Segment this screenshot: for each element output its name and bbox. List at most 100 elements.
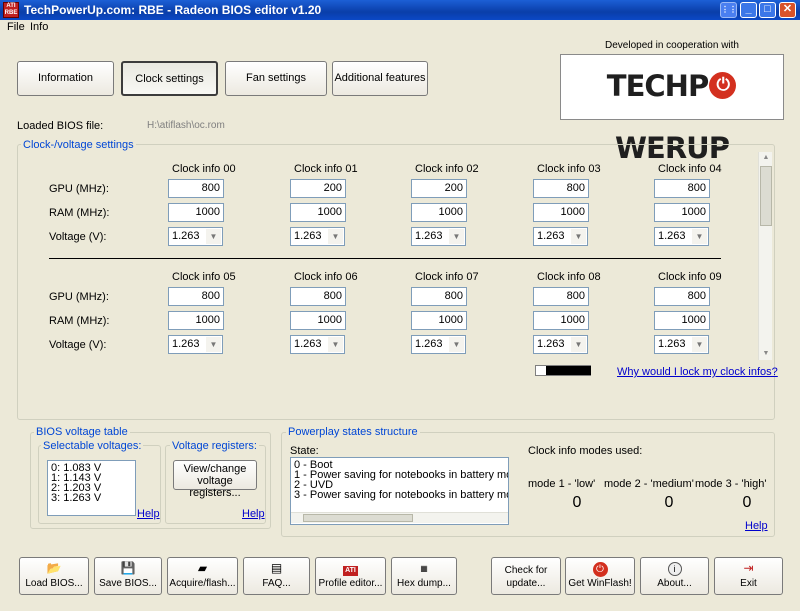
voltage-select[interactable]: 1.263 ▼ — [168, 227, 223, 246]
voltage-select[interactable]: 1.263 ▼ — [411, 227, 466, 246]
menu-info[interactable]: Info — [30, 21, 48, 33]
ram-clock-input[interactable]: 1000 — [411, 203, 467, 222]
tab-clock-settings[interactable]: Clock settings — [121, 61, 218, 96]
faq-icon: ▤ — [270, 561, 283, 575]
scroll-up-arrow-icon[interactable]: ▲ — [759, 152, 773, 164]
gpu-clock-input[interactable]: 800 — [290, 287, 346, 306]
ati-icon: ATI — [343, 566, 358, 576]
clock-info-header: Clock info 09 — [658, 271, 722, 283]
options-button[interactable]: ⋮⋮ — [720, 2, 737, 18]
gpu-clock-input[interactable]: 800 — [533, 179, 589, 198]
window-title: TechPowerUp.com: RBE - Radeon BIOS edito… — [24, 3, 322, 17]
about-button[interactable]: i About... — [640, 557, 709, 595]
gpu-clock-input[interactable]: 800 — [168, 179, 224, 198]
chevron-down-icon[interactable]: ▼ — [571, 229, 586, 244]
acquire-flash-button[interactable]: ▰ Acquire/flash... — [167, 557, 238, 595]
close-button[interactable]: ✕ — [779, 2, 796, 18]
voltage-select-value: 1.263 — [415, 338, 443, 350]
ram-clock-input[interactable]: 1000 — [533, 203, 589, 222]
state-list-horizontal-scrollbar[interactable] — [291, 512, 508, 523]
why-lock-link[interactable]: Why would I lock my clock infos? — [617, 366, 778, 378]
ram-clock-input[interactable]: 1000 — [654, 203, 710, 222]
list-item[interactable]: 3 - Power saving for notebooks in batter… — [294, 490, 508, 501]
clock-info-header: Clock info 04 — [658, 163, 722, 175]
voltage-select[interactable]: 1.263 ▼ — [533, 335, 588, 354]
chevron-down-icon[interactable]: ▼ — [449, 229, 464, 244]
scroll-thumb[interactable] — [303, 514, 413, 522]
powerplay-help-link[interactable]: Help — [745, 520, 768, 532]
chevron-down-icon[interactable]: ▼ — [571, 337, 586, 352]
chevron-down-icon[interactable]: ▼ — [206, 229, 221, 244]
faq-button[interactable]: ▤ FAQ... — [243, 557, 310, 595]
gpu-clock-input[interactable]: 200 — [411, 179, 467, 198]
save-icon: 💾 — [120, 561, 136, 575]
chevron-down-icon[interactable]: ▼ — [692, 229, 707, 244]
gpu-clock-input[interactable]: 800 — [654, 287, 710, 306]
ram-clock-input[interactable]: 1000 — [533, 311, 589, 330]
gpu-clock-input[interactable]: 200 — [290, 179, 346, 198]
clock-info-header: Clock info 00 — [172, 163, 236, 175]
ram-clock-input[interactable]: 1000 — [290, 311, 346, 330]
voltage-select[interactable]: 1.263 ▼ — [411, 335, 466, 354]
voltage-select[interactable]: 1.263 ▼ — [290, 227, 345, 246]
gpu-row-label: GPU (MHz): — [49, 183, 109, 195]
selectable-voltages-title: Selectable voltages: — [41, 440, 144, 452]
voltage-select-value: 1.263 — [537, 230, 565, 242]
power-icon: ⏻ — [566, 560, 634, 577]
voltage-select[interactable]: 1.263 ▼ — [168, 335, 223, 354]
ram-clock-input[interactable]: 1000 — [411, 311, 467, 330]
techpowerup-logo[interactable]: TECHP ⏻WERUP — [560, 54, 784, 165]
chevron-down-icon[interactable]: ▼ — [206, 337, 221, 352]
mode-2-label: mode 2 - 'medium' — [604, 478, 694, 490]
chevron-down-icon[interactable]: ▼ — [328, 229, 343, 244]
maximize-button[interactable]: □ — [759, 2, 776, 18]
gpu-clock-input[interactable]: 800 — [533, 287, 589, 306]
logo-text-left: TECHP — [606, 69, 709, 103]
exit-button[interactable]: ⇥ Exit — [714, 557, 783, 595]
techpowerup-logo-panel: Developed in cooperation with TECHP ⏻WERU… — [558, 38, 786, 165]
ram-clock-input[interactable]: 1000 — [168, 311, 224, 330]
profile-editor-button[interactable]: ATI Profile editor... — [315, 557, 386, 595]
menu-file[interactable]: File — [7, 21, 25, 33]
check-update-button[interactable]: Check for update... — [491, 557, 561, 595]
app-icon: ATI RBE — [3, 2, 19, 18]
voltage-select-value: 1.263 — [172, 338, 200, 350]
chevron-down-icon[interactable]: ▼ — [328, 337, 343, 352]
gpu-clock-input[interactable]: 800 — [411, 287, 467, 306]
load-bios-button[interactable]: 📂 Load BIOS... — [19, 557, 89, 595]
minimize-button[interactable]: _ — [740, 2, 757, 18]
voltage-select-value: 1.263 — [537, 338, 565, 350]
gpu-clock-input[interactable]: 800 — [168, 287, 224, 306]
voltage-row-label: Voltage (V): — [49, 339, 107, 351]
voltage-help-link[interactable]: Help — [137, 508, 160, 520]
chevron-down-icon[interactable]: ▼ — [449, 337, 464, 352]
clock-vertical-scrollbar[interactable]: ▲ ▼ — [758, 152, 772, 360]
save-bios-button[interactable]: 💾 Save BIOS... — [94, 557, 162, 595]
lock-clock-toggle[interactable] — [535, 365, 591, 376]
voltage-select[interactable]: 1.263 ▼ — [533, 227, 588, 246]
mode-3-label: mode 3 - 'high' — [695, 478, 767, 490]
voltage-list[interactable]: 0: 1.083 V 1: 1.143 V 2: 1.203 V 3: 1.26… — [47, 460, 136, 516]
exit-icon: ⇥ — [743, 561, 754, 575]
list-item[interactable]: 3: 1.263 V — [51, 493, 132, 504]
voltage-select[interactable]: 1.263 ▼ — [654, 335, 709, 354]
tab-information[interactable]: Information — [17, 61, 114, 96]
voltage-select[interactable]: 1.263 ▼ — [290, 335, 345, 354]
hex-dump-button[interactable]: ▦ Hex dump... — [391, 557, 457, 595]
scroll-thumb[interactable] — [760, 166, 772, 226]
registers-help-link[interactable]: Help — [242, 508, 265, 520]
view-voltage-registers-button[interactable]: View/change voltage registers... — [173, 460, 257, 499]
get-winflash-button[interactable]: ⏻ Get WinFlash! — [565, 557, 635, 595]
gpu-clock-input[interactable]: 800 — [654, 179, 710, 198]
chevron-down-icon[interactable]: ▼ — [692, 337, 707, 352]
mode-1-value: 0 — [572, 494, 582, 511]
tab-additional-features[interactable]: Additional features — [332, 61, 428, 96]
ram-clock-input[interactable]: 1000 — [654, 311, 710, 330]
ram-clock-input[interactable]: 1000 — [168, 203, 224, 222]
clock-info-header: Clock info 08 — [537, 271, 601, 283]
voltage-select[interactable]: 1.263 ▼ — [654, 227, 709, 246]
scroll-down-arrow-icon[interactable]: ▼ — [759, 348, 773, 360]
ram-row-label: RAM (MHz): — [49, 315, 110, 327]
ram-clock-input[interactable]: 1000 — [290, 203, 346, 222]
tab-fan-settings[interactable]: Fan settings — [225, 61, 327, 96]
